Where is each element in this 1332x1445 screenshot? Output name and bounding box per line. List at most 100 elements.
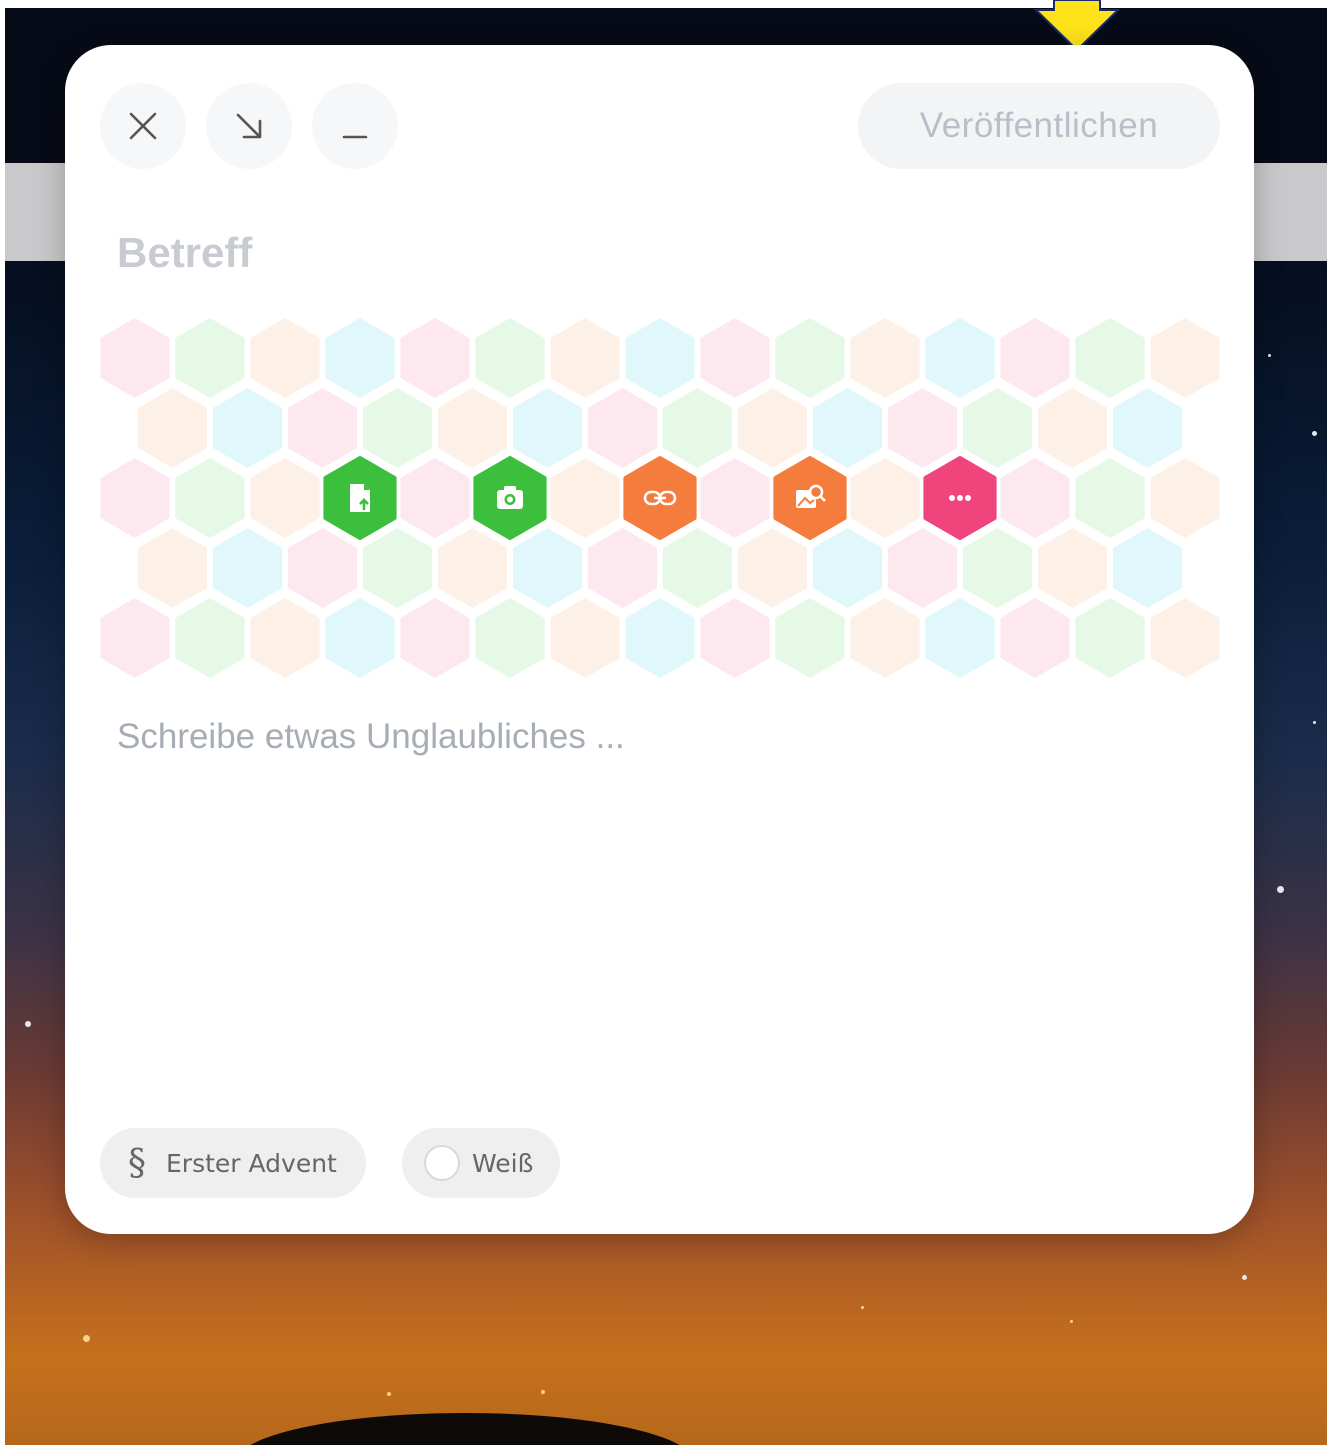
hex-cell: [175, 598, 245, 678]
hex-cell: [550, 458, 620, 538]
hex-cell: [1000, 318, 1070, 398]
more-icon: [949, 495, 971, 501]
hex-cell: [625, 318, 695, 398]
link-button[interactable]: [623, 456, 697, 540]
hex-cell: [512, 528, 583, 608]
hex-cell: [1150, 458, 1220, 538]
hex-cell: [925, 318, 995, 398]
hex-cell: [587, 388, 658, 468]
hex-cell: [1075, 318, 1145, 398]
hex-cell: [700, 598, 770, 678]
hex-cell: [1112, 388, 1183, 468]
hex-cell: [1037, 528, 1108, 608]
star: [1313, 721, 1316, 724]
color-chip[interactable]: Weiß: [402, 1128, 560, 1198]
star: [541, 1390, 545, 1394]
hex-cell: [587, 528, 658, 608]
hex-cell: [362, 528, 433, 608]
hex-cell: [475, 318, 545, 398]
hex-cell: [1112, 528, 1183, 608]
color-radio[interactable]: [424, 1145, 460, 1181]
hex-cell: [962, 528, 1033, 608]
hex-cell: [775, 318, 845, 398]
hex-cell: [1150, 598, 1220, 678]
hex-cell: [362, 388, 433, 468]
hex-cell: [100, 458, 170, 538]
hex-cell: [812, 388, 883, 468]
hex-cell: [1150, 318, 1220, 398]
hex-cell: [437, 528, 508, 608]
hex-cell: [512, 388, 583, 468]
hex-cell: [325, 598, 395, 678]
arrow-down-right-icon: [236, 113, 262, 139]
hex-cell: [250, 598, 320, 678]
color-label: Weiß: [472, 1148, 534, 1178]
hex-cell: [625, 598, 695, 678]
hex-cell: [1037, 388, 1108, 468]
hex-cell: [662, 388, 733, 468]
image-search-button[interactable]: [773, 456, 847, 540]
hex-cell: [400, 458, 470, 538]
hex-cell: [887, 388, 958, 468]
camera-button[interactable]: [473, 456, 547, 540]
hex-cell: [700, 318, 770, 398]
hex-cell: [137, 388, 208, 468]
hex-cell: [475, 598, 545, 678]
topic-label: Erster Advent: [166, 1148, 337, 1178]
hex-cell: [1075, 598, 1145, 678]
star: [861, 1306, 864, 1309]
hex-cell: [775, 598, 845, 678]
file-upload-button[interactable]: [323, 456, 397, 540]
hex-cell: [175, 318, 245, 398]
close-icon: [129, 112, 157, 140]
hex-cell: [737, 388, 808, 468]
topic-chip[interactable]: § Erster Advent: [100, 1128, 366, 1198]
star: [1312, 431, 1317, 436]
collapse-button[interactable]: [206, 83, 292, 169]
hex-cell: [700, 458, 770, 538]
create-post-dialog: Veröffentlichen § Erster Advent Weiß: [65, 45, 1254, 1234]
hex-cell: [325, 318, 395, 398]
hex-cell: [850, 318, 920, 398]
star: [1070, 1320, 1073, 1323]
hex-cell: [250, 458, 320, 538]
hex-cell: [850, 458, 920, 538]
hex-grid: [100, 318, 1220, 678]
hex-cell: [287, 528, 358, 608]
star: [387, 1392, 391, 1396]
file-upload-icon: [350, 484, 370, 512]
hex-cell: [850, 598, 920, 678]
star: [1268, 354, 1271, 357]
hex-cell: [100, 598, 170, 678]
hex-cell: [1075, 458, 1145, 538]
hex-cell: [662, 528, 733, 608]
attachment-hex-picker: [100, 315, 1225, 685]
hex-cell: [212, 528, 283, 608]
hex-cell: [812, 528, 883, 608]
hex-cell: [1000, 598, 1070, 678]
hex-cell: [175, 458, 245, 538]
hex-cell: [100, 318, 170, 398]
publish-button[interactable]: Veröffentlichen: [858, 83, 1220, 169]
hex-cell: [212, 388, 283, 468]
hex-cell: [887, 528, 958, 608]
subject-input[interactable]: [117, 223, 1197, 283]
hex-cell: [925, 598, 995, 678]
minimize-button[interactable]: [312, 83, 398, 169]
hex-cell: [250, 318, 320, 398]
hex-cell: [137, 528, 208, 608]
star: [25, 1021, 31, 1027]
hex-cell: [550, 318, 620, 398]
minimize-icon: [342, 135, 368, 139]
hex-cell: [287, 388, 358, 468]
hex-cell: [1000, 458, 1070, 538]
close-button[interactable]: [100, 83, 186, 169]
star: [1242, 1275, 1247, 1280]
hex-cell: [400, 598, 470, 678]
more-button[interactable]: [923, 456, 997, 540]
mountain-silhouette: [235, 1413, 695, 1445]
hex-cell: [437, 388, 508, 468]
post-body-input[interactable]: [117, 717, 1197, 1077]
hex-cell: [400, 318, 470, 398]
hex-cell: [962, 388, 1033, 468]
